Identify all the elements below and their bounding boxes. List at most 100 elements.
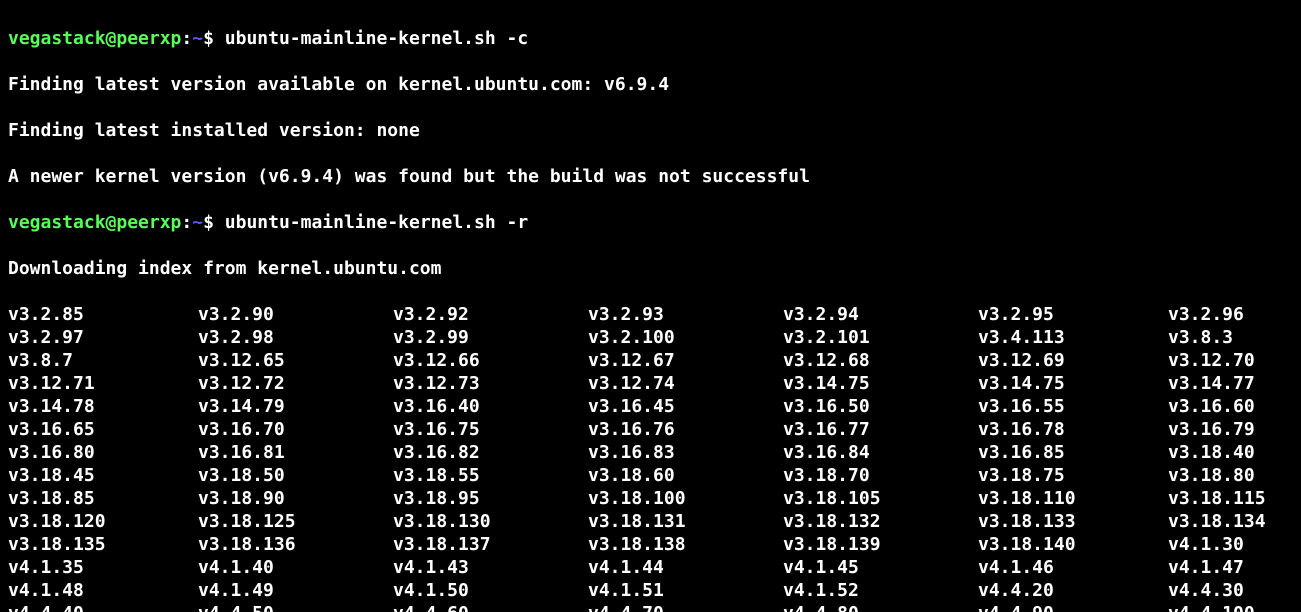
kernel-version: v4.1.35 — [8, 556, 198, 579]
kernel-version: v3.14.79 — [198, 395, 393, 418]
kernel-version: v4.1.47 — [1168, 556, 1293, 579]
kernel-version: v4.1.40 — [198, 556, 393, 579]
prompt-line-2: vegastack@peerxp:~$ ubuntu-mainline-kern… — [8, 211, 1293, 234]
kernel-version: v3.12.66 — [393, 349, 588, 372]
kernel-version: v4.1.50 — [393, 579, 588, 602]
kernel-version: v3.18.120 — [8, 510, 198, 533]
kernel-version: v3.2.94 — [783, 303, 978, 326]
kernel-version: v3.16.81 — [198, 441, 393, 464]
kernel-version: v3.2.93 — [588, 303, 783, 326]
kernel-version: v3.12.70 — [1168, 349, 1293, 372]
kernel-version: v3.18.100 — [588, 487, 783, 510]
kernel-version: v3.16.45 — [588, 395, 783, 418]
kernel-version: v3.18.75 — [978, 464, 1168, 487]
kernel-version: v3.14.75 — [978, 372, 1168, 395]
kernel-version: v3.16.83 — [588, 441, 783, 464]
kernel-version: v3.16.84 — [783, 441, 978, 464]
kernel-version: v3.18.138 — [588, 533, 783, 556]
kernel-version: v3.2.90 — [198, 303, 393, 326]
kernel-version: v3.16.78 — [978, 418, 1168, 441]
kernel-version: v3.18.110 — [978, 487, 1168, 510]
kernel-version: v3.12.67 — [588, 349, 783, 372]
kernel-version: v3.18.137 — [393, 533, 588, 556]
kernel-version: v4.1.30 — [1168, 533, 1293, 556]
kernel-version: v3.18.131 — [588, 510, 783, 533]
kernel-version: v3.18.134 — [1168, 510, 1293, 533]
kernel-version: v3.18.132 — [783, 510, 978, 533]
kernel-version: v3.18.125 — [198, 510, 393, 533]
prompt-dollar: $ — [203, 212, 225, 233]
kernel-version: v3.16.60 — [1168, 395, 1293, 418]
kernel-version: v3.12.65 — [198, 349, 393, 372]
prompt-colon: : — [181, 28, 192, 49]
terminal[interactable]: vegastack@peerxp:~$ ubuntu-mainline-kern… — [0, 0, 1301, 612]
kernel-version: v3.2.98 — [198, 326, 393, 349]
kernel-version: v4.1.51 — [588, 579, 783, 602]
prompt-colon: : — [181, 212, 192, 233]
kernel-version: v3.18.80 — [1168, 464, 1293, 487]
kernel-version: v3.16.70 — [198, 418, 393, 441]
kernel-version: v3.18.140 — [978, 533, 1168, 556]
kernel-version: v4.1.46 — [978, 556, 1168, 579]
prompt-path: ~ — [192, 28, 203, 49]
kernel-version: v3.18.90 — [198, 487, 393, 510]
version-grid: v3.2.85v3.2.90v3.2.92v3.2.93v3.2.94v3.2.… — [8, 303, 1293, 612]
kernel-version: v3.16.40 — [393, 395, 588, 418]
kernel-version: v3.16.82 — [393, 441, 588, 464]
prompt-userhost: vegastack@peerxp — [8, 212, 181, 233]
kernel-version: v3.2.97 — [8, 326, 198, 349]
kernel-version: v3.2.92 — [393, 303, 588, 326]
kernel-version: v4.4.40 — [8, 602, 198, 612]
kernel-version: v4.4.90 — [978, 602, 1168, 612]
kernel-version: v3.14.75 — [783, 372, 978, 395]
kernel-version: v4.1.43 — [393, 556, 588, 579]
kernel-version: v3.18.60 — [588, 464, 783, 487]
kernel-version: v3.2.100 — [588, 326, 783, 349]
kernel-version: v3.18.136 — [198, 533, 393, 556]
kernel-version: v3.14.78 — [8, 395, 198, 418]
prompt-path: ~ — [192, 212, 203, 233]
kernel-version: v3.2.95 — [978, 303, 1168, 326]
kernel-version: v3.12.68 — [783, 349, 978, 372]
kernel-version: v3.18.55 — [393, 464, 588, 487]
kernel-version: v4.4.70 — [588, 602, 783, 612]
kernel-version: v3.12.73 — [393, 372, 588, 395]
prompt-dollar: $ — [203, 28, 225, 49]
prompt-userhost: vegastack@peerxp — [8, 28, 181, 49]
kernel-version: v3.12.74 — [588, 372, 783, 395]
kernel-version: v3.18.135 — [8, 533, 198, 556]
kernel-version: v3.8.7 — [8, 349, 198, 372]
kernel-version: v3.18.50 — [198, 464, 393, 487]
prompt-line-1: vegastack@peerxp:~$ ubuntu-mainline-kern… — [8, 27, 1293, 50]
kernel-version: v3.12.72 — [198, 372, 393, 395]
kernel-version: v3.18.70 — [783, 464, 978, 487]
kernel-version: v3.16.55 — [978, 395, 1168, 418]
kernel-version: v4.1.45 — [783, 556, 978, 579]
kernel-version: v3.2.96 — [1168, 303, 1293, 326]
kernel-version: v4.1.52 — [783, 579, 978, 602]
kernel-version: v3.16.76 — [588, 418, 783, 441]
output-line-4: Downloading index from kernel.ubuntu.com — [8, 257, 1293, 280]
kernel-version: v3.16.75 — [393, 418, 588, 441]
kernel-version: v3.2.85 — [8, 303, 198, 326]
kernel-version: v3.12.69 — [978, 349, 1168, 372]
kernel-version: v4.4.50 — [198, 602, 393, 612]
kernel-version: v4.1.44 — [588, 556, 783, 579]
kernel-version: v3.16.65 — [8, 418, 198, 441]
kernel-version: v3.16.77 — [783, 418, 978, 441]
output-line-1: Finding latest version available on kern… — [8, 73, 1293, 96]
kernel-version: v4.4.60 — [393, 602, 588, 612]
kernel-version: v3.2.99 — [393, 326, 588, 349]
kernel-version: v4.4.20 — [978, 579, 1168, 602]
kernel-version: v3.18.130 — [393, 510, 588, 533]
kernel-version: v3.18.115 — [1168, 487, 1293, 510]
output-line-3: A newer kernel version (v6.9.4) was foun… — [8, 165, 1293, 188]
kernel-version: v3.16.85 — [978, 441, 1168, 464]
kernel-version: v3.18.45 — [8, 464, 198, 487]
kernel-version: v3.8.3 — [1168, 326, 1293, 349]
kernel-version: v4.1.49 — [198, 579, 393, 602]
kernel-version: v4.4.30 — [1168, 579, 1293, 602]
kernel-version: v3.18.95 — [393, 487, 588, 510]
kernel-version: v4.4.100 — [1168, 602, 1293, 612]
output-line-2: Finding latest installed version: none — [8, 119, 1293, 142]
